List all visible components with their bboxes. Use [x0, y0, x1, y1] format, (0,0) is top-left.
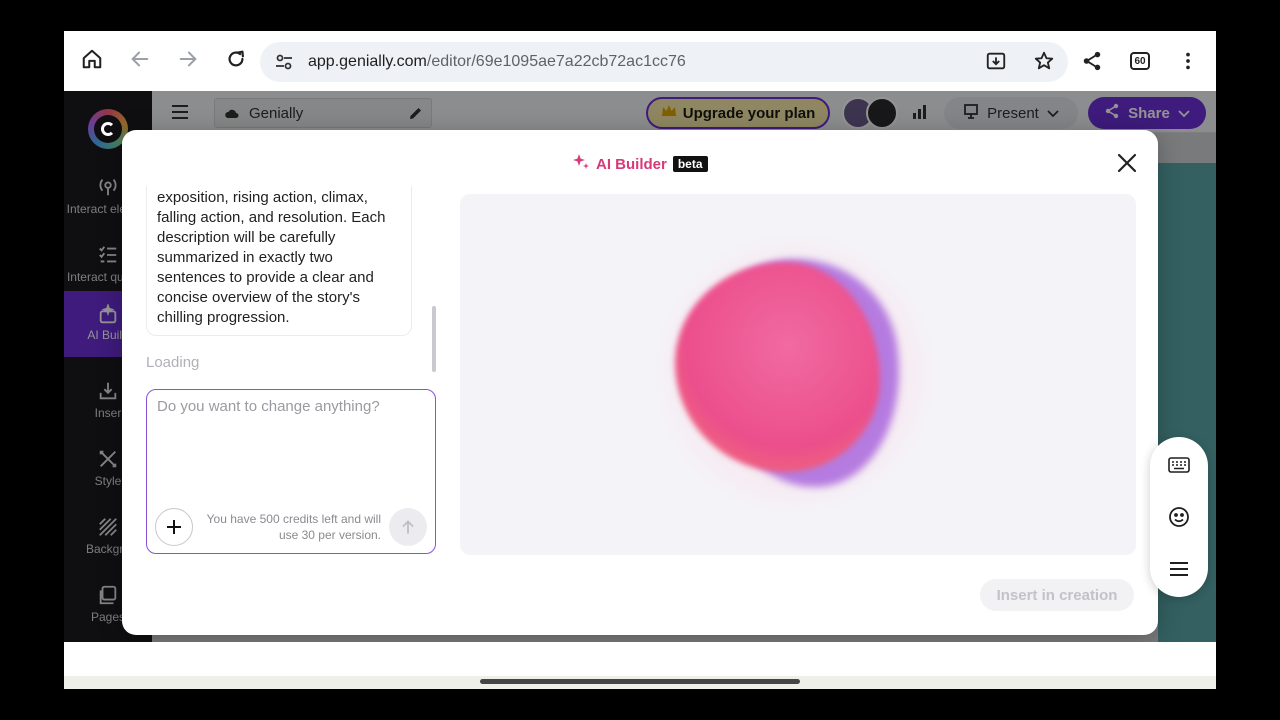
beta-badge: beta [672, 156, 708, 172]
device-screen: app.genially.com/editor/69e1095ae7a22cb7… [64, 31, 1216, 689]
site-settings-icon[interactable] [274, 52, 294, 77]
ai-preview-panel [460, 194, 1136, 555]
credits-info: You have 500 credits left and will use 3… [206, 512, 381, 542]
star-icon[interactable] [1032, 49, 1056, 73]
send-button[interactable] [389, 508, 427, 546]
prompt-composer: You have 500 credits left and will use 3… [146, 389, 436, 554]
browser-toolbar: app.genially.com/editor/69e1095ae7a22cb7… [64, 31, 1216, 91]
download-icon[interactable] [984, 49, 1008, 73]
sparkle-icon [572, 153, 590, 175]
address-bar[interactable]: app.genially.com/editor/69e1095ae7a22cb7… [260, 42, 1068, 82]
hamburger-icon[interactable] [1167, 557, 1191, 581]
url-text: app.genially.com/editor/69e1095ae7a22cb7… [308, 53, 686, 70]
tab-switcher[interactable]: 60 [1128, 49, 1152, 73]
back-icon[interactable] [128, 47, 152, 71]
insert-in-creation-button[interactable]: Insert in creation [980, 579, 1134, 611]
home-icon[interactable] [80, 47, 104, 71]
share-icon[interactable] [1080, 49, 1104, 73]
keyboard-icon[interactable] [1167, 453, 1191, 477]
send-icon [402, 520, 414, 534]
plus-icon [167, 520, 181, 534]
chat-scrollbar[interactable] [432, 306, 436, 372]
emoji-icon[interactable] [1167, 505, 1191, 529]
reload-icon[interactable] [224, 47, 248, 71]
forward-icon[interactable] [176, 47, 200, 71]
ai-builder-modal: AI Builder beta exposition, rising actio… [122, 130, 1158, 635]
floating-tools-panel [1150, 437, 1208, 597]
loading-status: Loading [146, 354, 200, 371]
prompt-input[interactable] [157, 398, 425, 488]
add-attachment-button[interactable] [155, 508, 193, 546]
ai-chat-message: exposition, rising action, climax, falli… [146, 186, 412, 336]
close-icon[interactable] [1116, 152, 1138, 174]
modal-title: AI Builder beta [572, 154, 708, 174]
home-indicator[interactable] [480, 679, 800, 684]
more-icon[interactable] [1176, 49, 1200, 73]
